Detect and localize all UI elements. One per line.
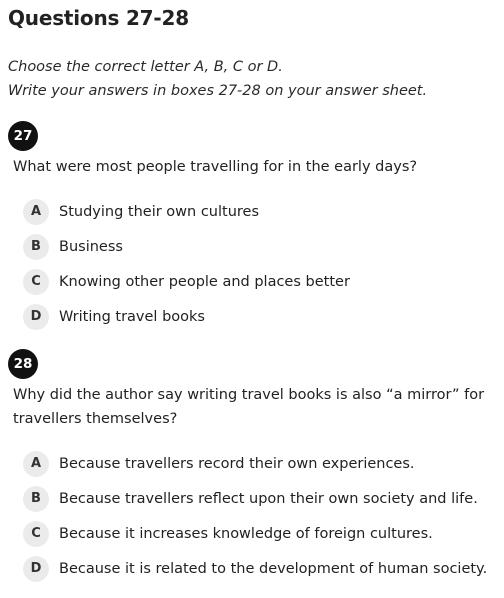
option-text: Because it is related to the development…: [59, 561, 488, 577]
option-text: Because travellers record their own expe…: [59, 456, 415, 472]
instructions: Choose the correct letter A, B, C or D. …: [8, 55, 427, 103]
option-letter: D: [23, 304, 49, 330]
option-letter: C: [23, 269, 49, 295]
question-number-badge: 27: [8, 121, 38, 151]
option-28-a[interactable]: A Because travellers record their own ex…: [23, 451, 415, 477]
question-number-badge: 28: [8, 349, 38, 379]
instruction-line-1: Choose the correct letter A, B, C or D.: [8, 59, 283, 75]
option-letter: D: [23, 556, 49, 582]
question-text: Why did the author say writing travel bo…: [13, 387, 485, 427]
option-27-c[interactable]: C Knowing other people and places better: [23, 269, 350, 295]
option-text: Business: [59, 239, 123, 255]
instruction-line-2: Write your answers in boxes 27-28 on you…: [8, 83, 428, 99]
page-title: Questions 27-28: [8, 6, 189, 30]
question-text: What were most people travelling for in …: [13, 159, 418, 175]
option-letter: A: [23, 451, 49, 477]
option-28-c[interactable]: C Because it increases knowledge of fore…: [23, 521, 433, 547]
option-text: Knowing other people and places better: [59, 274, 350, 290]
option-27-b[interactable]: B Business: [23, 234, 123, 260]
option-letter: A: [23, 199, 49, 225]
option-28-b[interactable]: B Because travellers reflect upon their …: [23, 486, 478, 512]
option-text: Because travellers reflect upon their ow…: [59, 491, 478, 507]
option-28-d[interactable]: D Because it is related to the developme…: [23, 556, 487, 582]
option-text: Because it increases knowledge of foreig…: [59, 526, 433, 542]
option-27-a[interactable]: A Studying their own cultures: [23, 199, 259, 225]
option-letter: B: [23, 234, 49, 260]
option-letter: C: [23, 521, 49, 547]
question-page: Questions 27-28 Choose the correct lette…: [0, 0, 504, 598]
option-27-d[interactable]: D Writing travel books: [23, 304, 205, 330]
option-text: Writing travel books: [59, 309, 205, 325]
option-text: Studying their own cultures: [59, 204, 260, 220]
option-letter: B: [23, 486, 49, 512]
